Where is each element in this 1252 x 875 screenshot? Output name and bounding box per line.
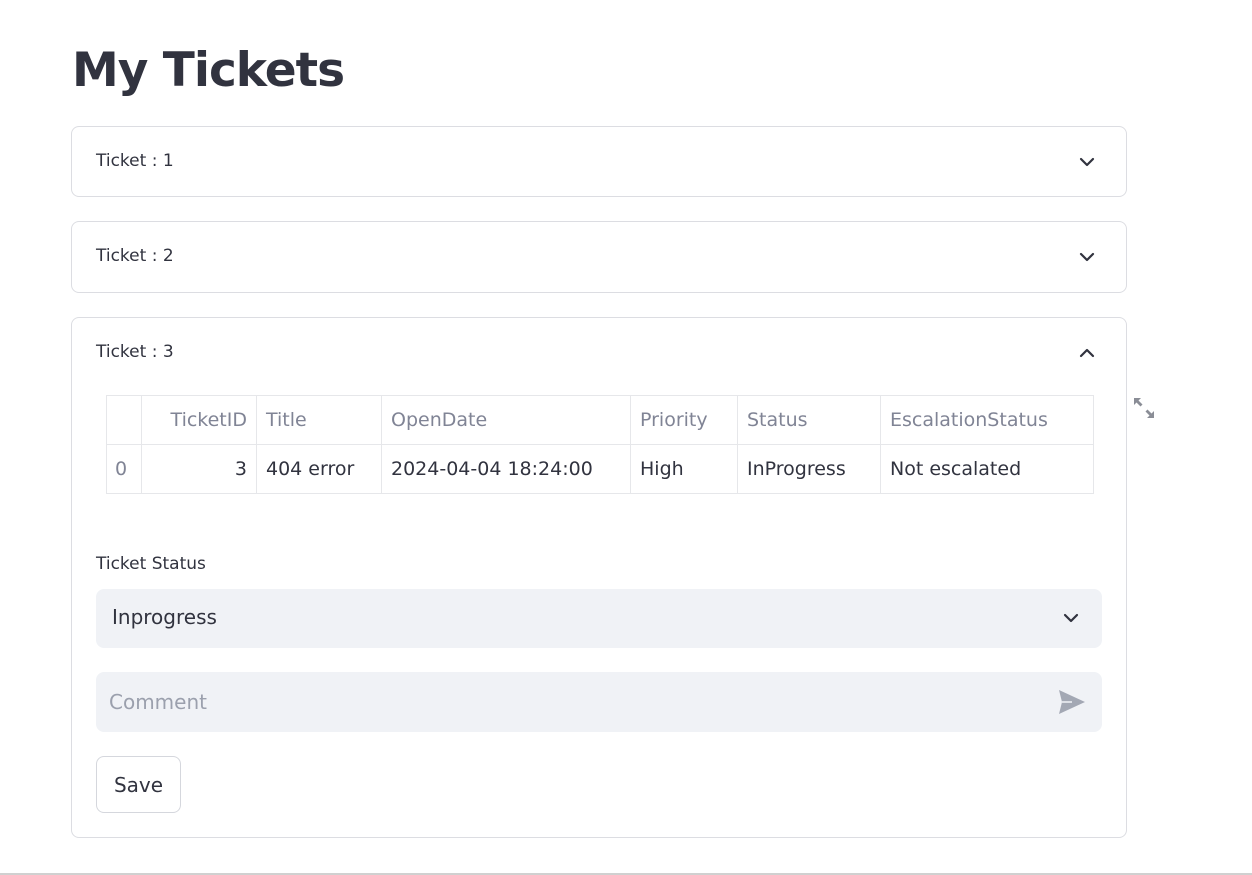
chevron-up-icon xyxy=(1078,344,1096,362)
ticket-expander-2-label: Ticket : 2 xyxy=(96,246,174,266)
chevron-down-icon xyxy=(1078,248,1096,266)
ticket-expander-1-label: Ticket : 1 xyxy=(96,151,174,171)
escalationstatus-cell[interactable]: Not escalated xyxy=(880,444,1094,494)
ticket-expander-1-header[interactable]: Ticket : 1 xyxy=(72,127,1126,196)
ticket-expander-3-header[interactable]: Ticket : 3 xyxy=(72,318,1126,387)
save-button[interactable]: Save xyxy=(96,756,181,813)
chevron-down-icon xyxy=(1078,153,1096,171)
ticketid-cell[interactable]: 3 xyxy=(141,444,257,494)
ticket-table: TicketID Title OpenDate Priority Status … xyxy=(106,395,1094,494)
title-cell[interactable]: 404 error xyxy=(256,444,382,494)
column-header-ticketid[interactable]: TicketID xyxy=(141,395,257,445)
table-header-row: TicketID Title OpenDate Priority Status … xyxy=(106,395,1094,445)
column-header-escalationstatus[interactable]: EscalationStatus xyxy=(880,395,1094,445)
ticket-expander-2: Ticket : 2 xyxy=(71,221,1127,293)
comment-chat-input xyxy=(96,672,1102,732)
page: My Tickets Ticket : 1 Ticket : 2 Ticket … xyxy=(0,0,1252,875)
status-cell[interactable]: InProgress xyxy=(737,444,881,494)
ticket-dataframe[interactable]: TicketID Title OpenDate Priority Status … xyxy=(106,395,1094,494)
fullscreen-icon[interactable] xyxy=(1133,397,1155,419)
column-header-index[interactable] xyxy=(106,395,142,445)
priority-cell[interactable]: High xyxy=(630,444,738,494)
chevron-down-icon xyxy=(1062,609,1080,627)
ticket-expander-1: Ticket : 1 xyxy=(71,126,1127,197)
column-header-title[interactable]: Title xyxy=(256,395,382,445)
page-title: My Tickets xyxy=(72,43,345,98)
column-header-status[interactable]: Status xyxy=(737,395,881,445)
send-icon[interactable] xyxy=(1058,689,1086,715)
opendate-cell[interactable]: 2024-04-04 18:24:00 xyxy=(381,444,631,494)
ticket-expander-3-label: Ticket : 3 xyxy=(96,342,174,362)
ticket-status-selected-value: Inprogress xyxy=(112,605,217,629)
row-index-cell[interactable]: 0 xyxy=(106,444,142,494)
comment-input[interactable] xyxy=(96,672,1036,732)
ticket-expander-3: Ticket : 3 TicketID Title OpenDate Prior… xyxy=(71,317,1127,838)
column-header-opendate[interactable]: OpenDate xyxy=(381,395,631,445)
ticket-status-label: Ticket Status xyxy=(96,554,206,574)
ticket-status-select[interactable]: Inprogress xyxy=(96,589,1102,648)
table-row: 0 3 404 error 2024-04-04 18:24:00 High I… xyxy=(106,444,1094,494)
ticket-expander-2-header[interactable]: Ticket : 2 xyxy=(72,222,1126,291)
column-header-priority[interactable]: Priority xyxy=(630,395,738,445)
